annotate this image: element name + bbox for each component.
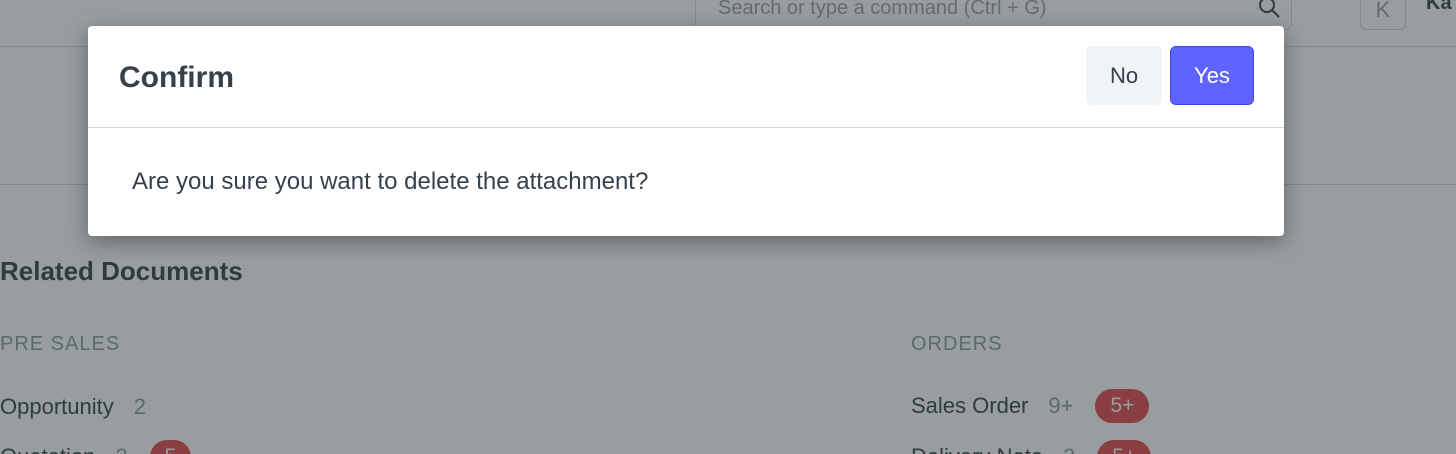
dialog-header: Confirm No Yes: [88, 26, 1284, 128]
dialog-message: Are you sure you want to delete the atta…: [132, 168, 649, 195]
yes-button[interactable]: Yes: [1170, 46, 1254, 105]
confirm-dialog: Confirm No Yes Are you sure you want to …: [88, 26, 1284, 236]
no-button[interactable]: No: [1086, 46, 1162, 105]
dialog-title: Confirm: [119, 61, 234, 94]
